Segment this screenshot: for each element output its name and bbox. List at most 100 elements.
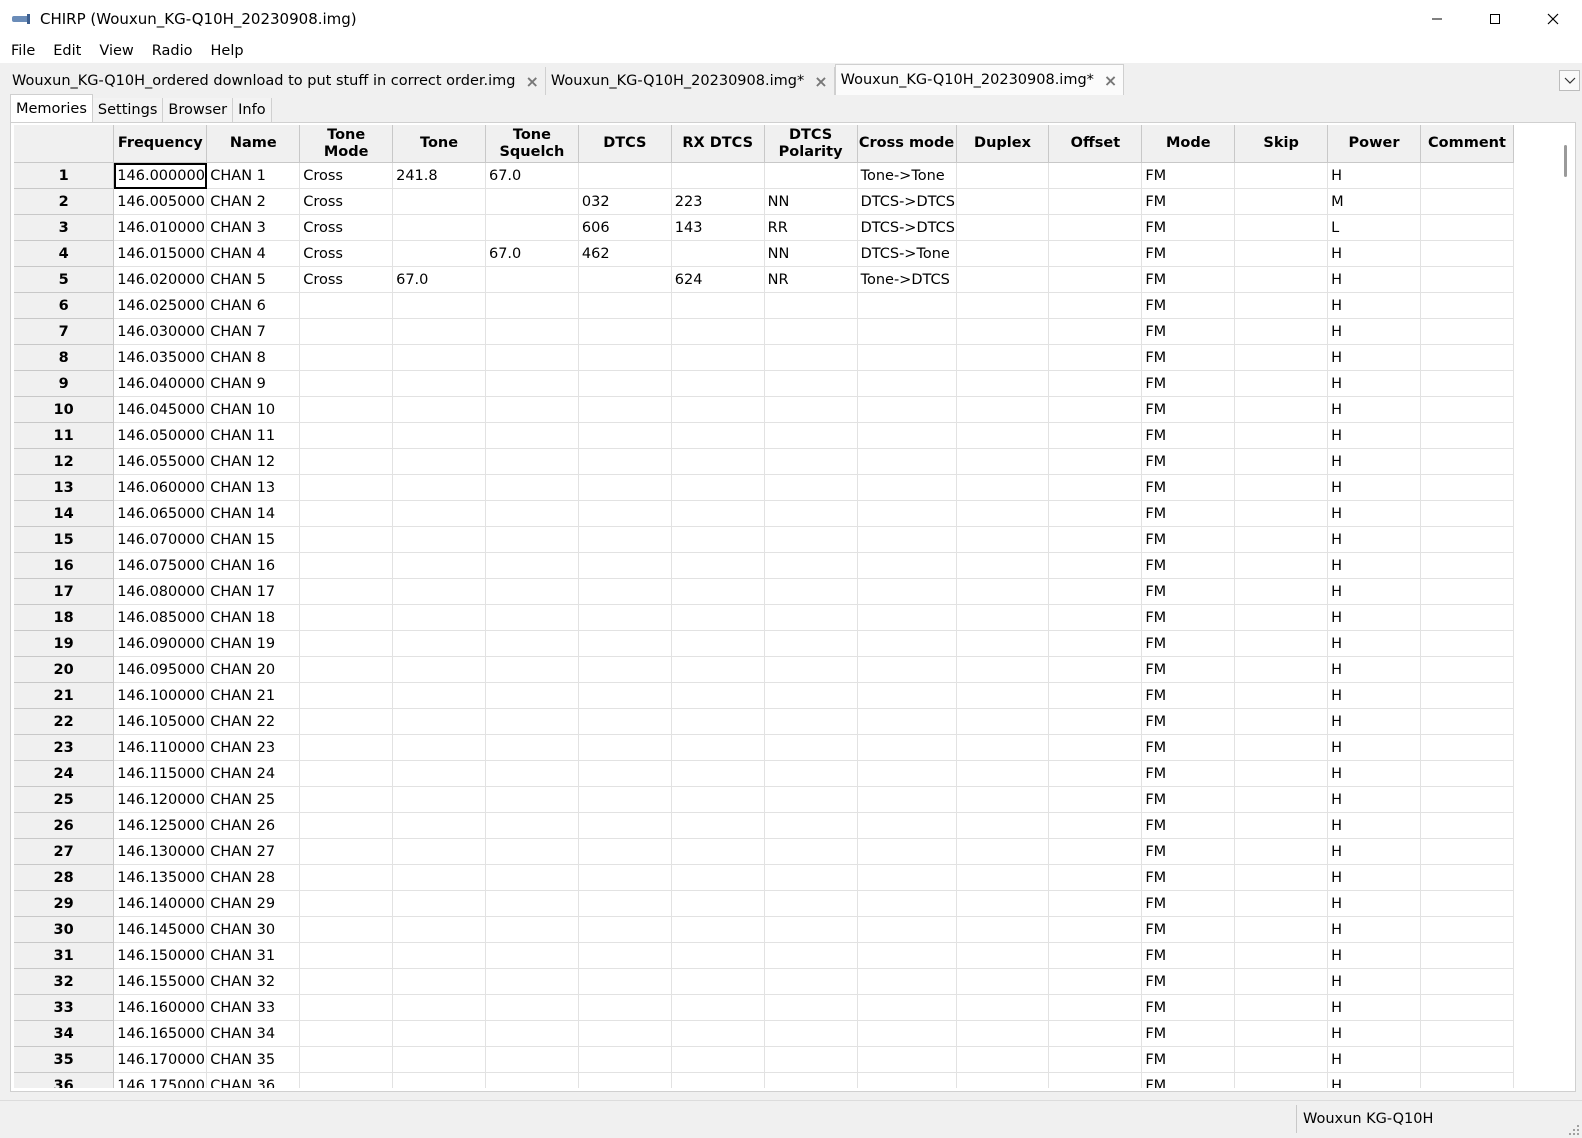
- menu-view[interactable]: View: [88, 43, 140, 59]
- cell-frequency[interactable]: 146.075000: [113, 552, 208, 579]
- cell-tone-squelch[interactable]: [485, 734, 579, 761]
- cell-dtcs[interactable]: [578, 682, 672, 709]
- cell-offset[interactable]: [1048, 916, 1143, 943]
- cell-frequency[interactable]: 146.145000: [113, 916, 208, 943]
- cell-power[interactable]: H: [1327, 552, 1421, 579]
- cell-dtcs[interactable]: [578, 630, 672, 657]
- cell-tone-mode[interactable]: [299, 526, 394, 553]
- cell-tone-squelch[interactable]: [485, 968, 579, 995]
- cell-power[interactable]: H: [1327, 162, 1421, 189]
- cell-mode[interactable]: FM: [1141, 630, 1236, 657]
- cell-cross-mode[interactable]: [857, 1020, 957, 1047]
- cell-duplex[interactable]: [956, 396, 1050, 423]
- cell-tone[interactable]: [392, 1072, 486, 1088]
- cell-duplex[interactable]: [956, 162, 1050, 189]
- cell-comment[interactable]: [1420, 604, 1514, 631]
- cell-dtcs-polarity[interactable]: [764, 318, 858, 345]
- cell-dtcs-polarity[interactable]: [764, 162, 858, 189]
- row-number-header[interactable]: 24: [14, 760, 115, 787]
- cell-duplex[interactable]: [956, 812, 1050, 839]
- row-number-header[interactable]: 4: [14, 240, 115, 267]
- cell-tone-mode[interactable]: [299, 656, 394, 683]
- cell-dtcs-polarity[interactable]: [764, 422, 858, 449]
- cell-dtcs[interactable]: [578, 344, 672, 371]
- cell-offset[interactable]: [1048, 1072, 1143, 1088]
- cell-tone-mode[interactable]: [299, 630, 394, 657]
- cell-comment[interactable]: [1420, 448, 1514, 475]
- cell-cross-mode[interactable]: [857, 552, 957, 579]
- cell-frequency[interactable]: 146.100000: [113, 682, 208, 709]
- cell-tone-squelch[interactable]: [485, 994, 579, 1021]
- cell-dtcs-polarity[interactable]: [764, 812, 858, 839]
- cell-comment[interactable]: [1420, 994, 1514, 1021]
- cell-name[interactable]: CHAN 24: [206, 760, 301, 787]
- cell-dtcs[interactable]: [578, 708, 672, 735]
- cell-power[interactable]: H: [1327, 1046, 1421, 1073]
- row-number-header[interactable]: 18: [14, 604, 115, 631]
- cell-cross-mode[interactable]: [857, 838, 957, 865]
- cell-skip[interactable]: [1234, 1046, 1329, 1073]
- cell-dtcs[interactable]: 462: [578, 240, 672, 267]
- cell-offset[interactable]: [1048, 578, 1143, 605]
- cell-dtcs-polarity[interactable]: [764, 344, 858, 371]
- cell-skip[interactable]: [1234, 760, 1329, 787]
- cell-frequency[interactable]: 146.015000: [113, 240, 208, 267]
- cell-skip[interactable]: [1234, 942, 1329, 969]
- file-tab-20230908-b[interactable]: Wouxun_KG-Q10H_20230908.img* ×: [834, 64, 1125, 95]
- cell-dtcs-polarity[interactable]: [764, 500, 858, 527]
- cell-tone-squelch[interactable]: [485, 448, 579, 475]
- cell-rx-dtcs[interactable]: [671, 474, 765, 501]
- cell-tone-squelch[interactable]: [485, 682, 579, 709]
- cell-offset[interactable]: [1048, 188, 1143, 215]
- cell-mode[interactable]: FM: [1141, 344, 1236, 371]
- cell-cross-mode[interactable]: [857, 968, 957, 995]
- cell-duplex[interactable]: [956, 266, 1050, 293]
- cell-rx-dtcs[interactable]: [671, 448, 765, 475]
- cell-dtcs[interactable]: [578, 422, 672, 449]
- cell-rx-dtcs[interactable]: [671, 630, 765, 657]
- cell-name[interactable]: CHAN 21: [206, 682, 301, 709]
- cell-name[interactable]: CHAN 9: [206, 370, 301, 397]
- cell-mode[interactable]: FM: [1141, 890, 1236, 917]
- cell-mode[interactable]: FM: [1141, 604, 1236, 631]
- cell-frequency[interactable]: 146.125000: [113, 812, 208, 839]
- cell-comment[interactable]: [1420, 630, 1514, 657]
- column-header-dtcs[interactable]: DTCS: [578, 125, 672, 163]
- cell-offset[interactable]: [1048, 318, 1143, 345]
- cell-tone[interactable]: [392, 890, 486, 917]
- cell-dtcs[interactable]: [578, 838, 672, 865]
- cell-frequency[interactable]: 146.175000: [113, 1072, 208, 1088]
- row-number-header[interactable]: 1: [14, 162, 115, 189]
- cell-tone-squelch[interactable]: [485, 370, 579, 397]
- cell-rx-dtcs[interactable]: [671, 708, 765, 735]
- cell-name[interactable]: CHAN 26: [206, 812, 301, 839]
- cell-cross-mode[interactable]: [857, 318, 957, 345]
- cell-rx-dtcs[interactable]: [671, 682, 765, 709]
- cell-dtcs-polarity[interactable]: [764, 396, 858, 423]
- cell-dtcs[interactable]: [578, 578, 672, 605]
- cell-offset[interactable]: [1048, 760, 1143, 787]
- cell-skip[interactable]: [1234, 994, 1329, 1021]
- cell-tone[interactable]: [392, 1020, 486, 1047]
- cell-duplex[interactable]: [956, 552, 1050, 579]
- cell-cross-mode[interactable]: [857, 578, 957, 605]
- cell-name[interactable]: CHAN 4: [206, 240, 301, 267]
- cell-rx-dtcs[interactable]: [671, 292, 765, 319]
- cell-skip[interactable]: [1234, 890, 1329, 917]
- cell-dtcs-polarity[interactable]: [764, 942, 858, 969]
- cell-dtcs[interactable]: [578, 734, 672, 761]
- cell-skip[interactable]: [1234, 708, 1329, 735]
- cell-comment[interactable]: [1420, 422, 1514, 449]
- cell-dtcs-polarity[interactable]: [764, 1020, 858, 1047]
- cell-power[interactable]: H: [1327, 916, 1421, 943]
- row-number-header[interactable]: 20: [14, 656, 115, 683]
- cell-skip[interactable]: [1234, 812, 1329, 839]
- cell-skip[interactable]: [1234, 864, 1329, 891]
- cell-name[interactable]: CHAN 7: [206, 318, 301, 345]
- cell-skip[interactable]: [1234, 500, 1329, 527]
- row-number-header[interactable]: 11: [14, 422, 115, 449]
- cell-mode[interactable]: FM: [1141, 838, 1236, 865]
- cell-frequency[interactable]: 146.155000: [113, 968, 208, 995]
- cell-dtcs[interactable]: [578, 656, 672, 683]
- cell-tone[interactable]: [392, 292, 486, 319]
